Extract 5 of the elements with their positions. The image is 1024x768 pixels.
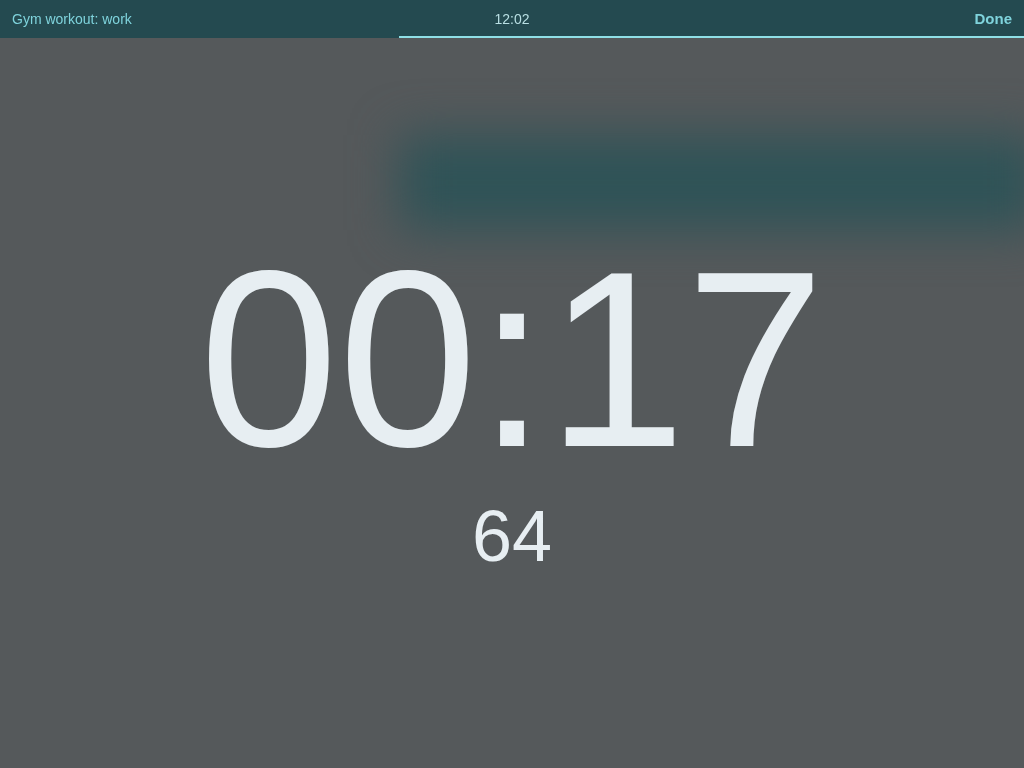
timer-display: 00:17 (199, 260, 825, 460)
done-button[interactable]: Done (974, 7, 1012, 31)
workout-title: Gym workout: work (12, 9, 133, 29)
count-label: 64 (471, 500, 553, 572)
clock-time: 12:02 (494, 9, 530, 29)
